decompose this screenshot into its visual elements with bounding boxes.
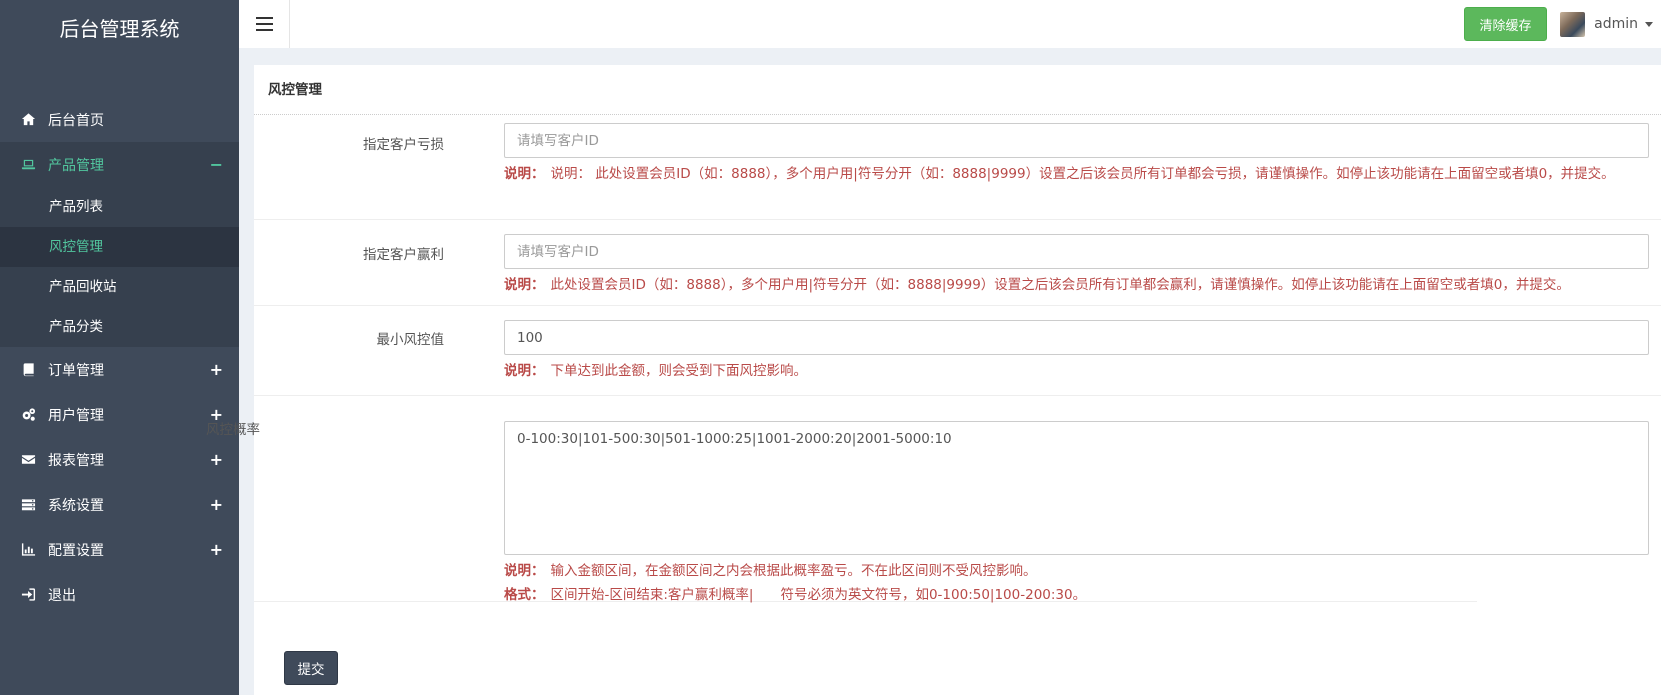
collapse-icon[interactable]: − — [210, 142, 223, 187]
form-row-min-risk-value: 最小风控值 说明：下单达到此金额，则会受到下面风控影响。 — [254, 306, 1661, 396]
sidebar-item-logout[interactable]: 退出 — [0, 572, 239, 617]
submenu-item-category[interactable]: 产品分类 — [0, 307, 239, 347]
bar-chart-icon — [19, 541, 37, 559]
submenu-item-product-list[interactable]: 产品列表 — [0, 187, 239, 227]
caret-down-icon — [1645, 21, 1653, 27]
submenu-item-risk-control[interactable]: 风控管理 — [0, 227, 239, 267]
expand-icon[interactable]: + — [210, 347, 223, 392]
sidebar-item-label: 系统设置 — [48, 497, 104, 514]
help-text: 说明： 说明： 此处设置会员ID（如：8888），多个用户用|符号分开（如：888… — [504, 166, 1615, 182]
hamburger-icon — [255, 17, 273, 30]
sidebar-item-users[interactable]: 用户管理 + — [0, 392, 239, 437]
sidebar-item-label: 配置设置 — [48, 542, 104, 559]
risk-probability-textarea[interactable]: 0-100:30|101-500:30|501-1000:25|1001-200… — [504, 421, 1649, 555]
format-text: 格式： 区间开始-区间结束:客户赢利概率| 符号必须为英文符号，如0-100:50… — [504, 587, 1087, 603]
field-label: 指定客户亏损 — [363, 137, 444, 153]
laptop-icon — [19, 156, 37, 174]
expand-icon[interactable]: + — [210, 437, 223, 482]
avatar — [1560, 11, 1586, 37]
sidebar-item-system-settings[interactable]: 系统设置 + — [0, 482, 239, 527]
help-text: 说明： 输入金额区间，在金额区间之内会根据此概率盈亏。不在此区间则不受风控影响。 — [504, 563, 1037, 579]
profit-customer-input[interactable] — [504, 234, 1649, 269]
form-row-profit-customer: 指定客户赢利 说明：此处设置会员ID（如：8888），多个用户用|符号分开（如：… — [254, 220, 1661, 306]
envelope-icon — [19, 451, 37, 469]
gears-icon — [19, 406, 37, 424]
sidebar-item-orders[interactable]: 订单管理 + — [0, 347, 239, 392]
sidebar-item-label: 产品管理 — [48, 157, 104, 174]
sidebar-item-reports[interactable]: 报表管理 + — [0, 437, 239, 482]
submit-button[interactable]: 提交 — [284, 651, 338, 685]
server-icon — [19, 496, 37, 514]
sidebar: 后台管理系统 后台首页 产品管理 − 产品列表 风控管理 产品回收站 产品分类 … — [0, 0, 239, 695]
username: admin — [1594, 16, 1638, 32]
top-header: 清除缓存 admin — [239, 0, 1661, 48]
sidebar-item-label: 后台首页 — [48, 112, 104, 129]
menu-toggle-button[interactable] — [239, 0, 290, 48]
expand-icon[interactable]: + — [210, 527, 223, 572]
risk-control-panel: 风控管理 指定客户亏损 说明：说明： 此处设置会员ID（如：8888），多个用户… — [206, 65, 1661, 695]
panel-title: 风控管理 — [254, 65, 1661, 115]
sidebar-item-home[interactable]: 后台首页 — [0, 97, 239, 142]
sidebar-menu: 后台首页 产品管理 − 产品列表 风控管理 产品回收站 产品分类 订单管理 + — [0, 97, 239, 617]
field-label: 风控概率 — [206, 422, 260, 438]
sidebar-item-config[interactable]: 配置设置 + — [0, 527, 239, 572]
risk-probability-body: 0-100:30|101-500:30|501-1000:25|1001-200… — [504, 421, 1649, 605]
help-text: 说明： 下单达到此金额，则会受到下面风控影响。 — [504, 363, 807, 379]
book-icon — [19, 361, 37, 379]
expand-icon[interactable]: + — [210, 482, 223, 527]
form-row-loss-customer: 指定客户亏损 说明：说明： 此处设置会员ID（如：8888），多个用户用|符号分… — [254, 116, 1661, 220]
brand-title: 后台管理系统 — [59, 17, 180, 41]
field-label: 最小风控值 — [376, 332, 445, 348]
sidebar-item-label: 报表管理 — [48, 452, 104, 469]
submenu-item-recycle-bin[interactable]: 产品回收站 — [0, 267, 239, 307]
home-icon — [19, 111, 37, 129]
help-text: 说明： 此处设置会员ID（如：8888），多个用户用|符号分开（如：8888|99… — [504, 277, 1570, 293]
sidebar-item-label: 退出 — [48, 587, 76, 604]
sign-out-icon — [19, 586, 37, 604]
sidebar-item-label: 订单管理 — [48, 362, 104, 379]
sidebar-item-products[interactable]: 产品管理 − — [0, 142, 239, 187]
field-label: 指定客户赢利 — [363, 247, 444, 263]
products-submenu: 产品列表 风控管理 产品回收站 产品分类 — [0, 187, 239, 347]
sidebar-item-label: 用户管理 — [48, 407, 104, 424]
clear-cache-button[interactable]: 清除缓存 — [1464, 7, 1547, 41]
loss-customer-input[interactable] — [504, 123, 1649, 158]
user-menu[interactable]: admin — [1560, 0, 1653, 48]
min-risk-value-input[interactable] — [504, 320, 1649, 355]
